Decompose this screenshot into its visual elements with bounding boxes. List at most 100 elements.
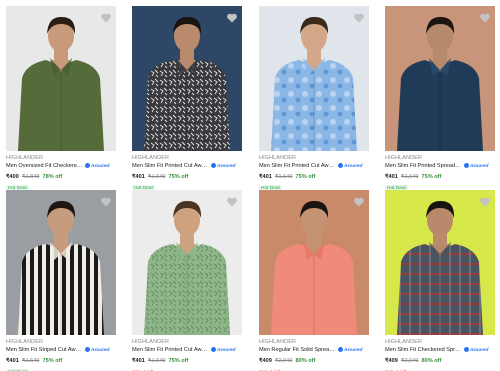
product-card[interactable]: HIGHLANDER Men Slim Fit Striped Cut Away … [6, 190, 116, 371]
assured-badge: Assured [211, 347, 235, 352]
price-row: ₹401 ₹1,649 75% off [385, 174, 441, 180]
assured-badge: Assured [464, 163, 488, 168]
product-card[interactable]: HIGHLANDER Men Slim Fit Checkered Spread … [385, 190, 495, 371]
product-title[interactable]: Men Slim Fit Printed Spread Col... [385, 163, 462, 169]
assured-icon [464, 347, 469, 352]
assured-badge: Assured [85, 163, 109, 168]
assured-badge: Assured [85, 347, 109, 352]
original-price: ₹2,049 [274, 358, 293, 364]
assured-label: Assured [91, 163, 110, 168]
product-brand: HIGHLANDER [6, 339, 44, 345]
price-row: ₹401 ₹1,649 75% off [259, 174, 315, 180]
product-card[interactable]: HIGHLANDER Men Slim Fit Printed Cut Away … [132, 190, 242, 371]
assured-icon [85, 347, 90, 352]
discount-percent: 75% off [42, 358, 63, 364]
wishlist-heart-icon[interactable] [353, 196, 365, 208]
product-image[interactable] [6, 190, 116, 335]
wishlist-heart-icon[interactable] [226, 196, 238, 208]
selling-price: ₹401 [385, 174, 398, 180]
product-title-row: Men Slim Fit Printed Spread Col... Assure… [385, 163, 500, 171]
product-title-row: Men Slim Fit Printed Cut Away ... Assured [259, 163, 377, 171]
price-row: ₹401 ₹1,649 75% off [132, 358, 188, 364]
discount-percent: 75% off [295, 174, 316, 180]
assured-label: Assured [217, 163, 236, 168]
original-price: ₹1,649 [147, 174, 166, 180]
product-title[interactable]: Men Slim Fit Striped Cut Away ... [6, 347, 83, 353]
product-title[interactable]: Men Slim Fit Printed Cut Away ... [259, 163, 336, 169]
product-title[interactable]: Men Regular Fit Solid Spread C... [259, 347, 336, 353]
selling-price: ₹401 [132, 358, 145, 364]
product-image[interactable] [132, 190, 242, 335]
product-image[interactable] [385, 6, 495, 151]
product-title[interactable]: Men Slim Fit Printed Cut Away ... [132, 163, 209, 169]
product-image[interactable] [259, 6, 369, 151]
wishlist-heart-icon[interactable] [100, 196, 112, 208]
selling-price: ₹400 [6, 174, 19, 180]
selling-price: ₹409 [259, 358, 272, 364]
product-image-container[interactable] [6, 6, 116, 151]
product-title-row: Men Slim Fit Printed Cut Away ... Assured [132, 347, 250, 355]
product-image-container[interactable] [132, 6, 242, 151]
price-row: ₹400 ₹1,849 78% off [6, 174, 62, 180]
assured-icon [211, 347, 216, 352]
discount-percent: 80% off [421, 358, 442, 364]
product-image-container[interactable] [259, 190, 369, 335]
assured-badge: Assured [211, 163, 235, 168]
product-image[interactable] [6, 6, 116, 151]
wishlist-heart-icon[interactable] [100, 12, 112, 24]
product-card[interactable]: HIGHLANDER Men Slim Fit Printed Cut Away … [259, 6, 369, 196]
product-card[interactable]: HIGHLANDER Men Slim Fit Printed Cut Away … [132, 6, 242, 196]
product-title[interactable]: Men Slim Fit Printed Cut Away ... [132, 347, 209, 353]
selling-price: ₹409 [385, 358, 398, 364]
discount-percent: 75% off [421, 174, 442, 180]
product-brand: HIGHLANDER [385, 155, 423, 161]
product-image-container[interactable] [385, 6, 495, 151]
wishlist-heart-icon[interactable] [479, 12, 491, 24]
assured-icon [338, 347, 343, 352]
discount-percent: 75% off [168, 358, 189, 364]
assured-icon [464, 163, 469, 168]
assured-icon [85, 163, 90, 168]
assured-badge: Assured [338, 163, 362, 168]
discount-percent: 78% off [42, 174, 63, 180]
product-brand: HIGHLANDER [132, 155, 170, 161]
product-image-container[interactable] [385, 190, 495, 335]
product-image-container[interactable] [132, 190, 242, 335]
selling-price: ₹401 [6, 358, 19, 364]
product-title[interactable]: Men Slim Fit Checkered Spread Collar Cas… [385, 347, 462, 353]
assured-label: Assured [470, 163, 489, 168]
price-row: ₹401 ₹1,649 75% off [6, 358, 62, 364]
wishlist-heart-icon[interactable] [226, 12, 238, 24]
original-price: ₹1,649 [21, 358, 40, 364]
assured-label: Assured [344, 163, 363, 168]
assured-badge: Assured [464, 347, 488, 352]
product-card[interactable]: HIGHLANDER Men Oversized Fit Checkered C.… [6, 6, 116, 196]
product-card[interactable]: HIGHLANDER Men Slim Fit Printed Spread Co… [385, 6, 495, 196]
product-image-container[interactable] [6, 190, 116, 335]
product-title-row: Men Slim Fit Checkered Spread Collar Cas… [385, 347, 500, 355]
assured-label: Assured [344, 347, 363, 352]
product-title[interactable]: Men Oversized Fit Checkered C... [6, 163, 83, 169]
original-price: ₹1,649 [274, 174, 293, 180]
assured-icon [338, 163, 343, 168]
price-row: ₹401 ₹1,649 75% off [132, 174, 188, 180]
wishlist-heart-icon[interactable] [353, 12, 365, 24]
product-title-row: Men Oversized Fit Checkered C... Assured [6, 163, 124, 171]
product-grid: HIGHLANDER Men Oversized Fit Checkered C.… [0, 0, 500, 371]
selling-price: ₹401 [259, 174, 272, 180]
product-image-container[interactable] [259, 6, 369, 151]
wishlist-heart-icon[interactable] [479, 196, 491, 208]
discount-percent: 80% off [295, 358, 316, 364]
product-brand: HIGHLANDER [6, 155, 44, 161]
assured-badge: Assured [338, 347, 362, 352]
product-brand: HIGHLANDER [259, 155, 297, 161]
original-price: ₹2,049 [400, 358, 419, 364]
product-image[interactable] [132, 6, 242, 151]
product-title-row: Men Slim Fit Striped Cut Away ... Assured [6, 347, 124, 355]
assured-icon [211, 163, 216, 168]
price-row: ₹409 ₹2,049 80% off [259, 358, 315, 364]
product-image[interactable] [259, 190, 369, 335]
product-image[interactable] [385, 190, 495, 335]
assured-label: Assured [91, 347, 110, 352]
product-card[interactable]: HIGHLANDER Men Regular Fit Solid Spread C… [259, 190, 369, 371]
